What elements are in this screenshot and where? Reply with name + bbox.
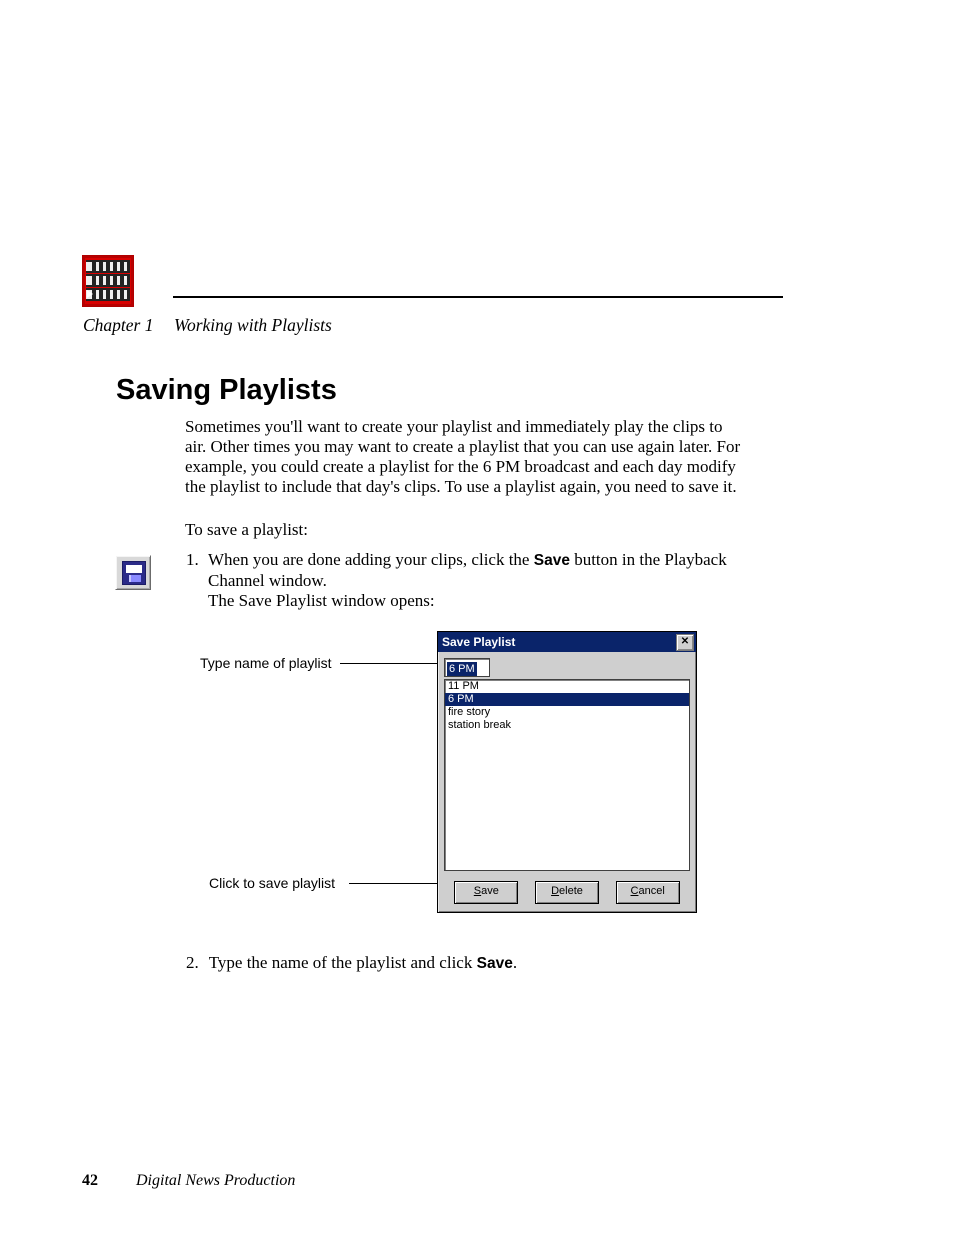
save-playlist-dialog: Save Playlist ✕ 6 PM 11 PM 6 PM fire sto… (437, 631, 697, 913)
step-2: 2. Type the name of the playlist and cli… (186, 953, 517, 973)
chapter-title: Working with Playlists (174, 315, 332, 336)
step1-bold: Save (534, 552, 570, 569)
cancel-button[interactable]: Cancel (616, 881, 680, 904)
callout-save-label: Click to save playlist (209, 875, 335, 891)
step-number: 2. (186, 953, 199, 972)
playlist-name-input[interactable]: 6 PM (444, 658, 490, 677)
callout-save-line (349, 883, 446, 884)
floppy-disk-icon (122, 561, 146, 585)
close-button[interactable]: ✕ (676, 634, 694, 651)
list-item[interactable]: 11 PM (445, 680, 689, 693)
page-number: 42 (82, 1172, 98, 1190)
page-heading: Saving Playlists (116, 374, 337, 407)
header-rule (173, 296, 783, 298)
list-item[interactable]: fire story (445, 706, 689, 719)
delete-accel: D (551, 885, 559, 897)
list-item[interactable]: station break (445, 719, 689, 732)
dialog-titlebar[interactable]: Save Playlist ✕ (438, 632, 696, 652)
playlist-listbox[interactable]: 11 PM 6 PM fire story station break (444, 679, 690, 871)
dialog-button-row: Save Delete Cancel (438, 881, 696, 904)
save-toolbar-icon (115, 555, 151, 590)
save-rest: ave (481, 885, 499, 897)
delete-rest: elete (559, 885, 583, 897)
step2-bold: Save (477, 955, 513, 972)
save-button[interactable]: Save (454, 881, 518, 904)
step2-pre: Type the name of the playlist and click (209, 953, 477, 972)
filmstrip-icon (82, 255, 134, 307)
step-1: 1. When you are done adding your clips, … (186, 550, 741, 592)
close-icon: ✕ (681, 637, 689, 647)
delete-button[interactable]: Delete (535, 881, 599, 904)
callout-name-label: Type name of playlist (200, 655, 332, 671)
step1-pre: When you are done adding your clips, cli… (208, 550, 534, 569)
to-save-line: To save a playlist: (185, 520, 308, 540)
footer-title: Digital News Production (136, 1172, 295, 1190)
playlist-name-value: 6 PM (447, 662, 477, 676)
callout-name-line (340, 663, 437, 664)
intro-paragraph: Sometimes you'll want to create your pla… (185, 417, 743, 497)
step1-followup: The Save Playlist window opens: (208, 591, 435, 611)
chapter-label: Chapter 1 (83, 315, 154, 336)
step2-post: . (513, 953, 517, 972)
cancel-rest: ancel (638, 885, 664, 897)
list-item[interactable]: 6 PM (445, 693, 689, 706)
step-number: 1. (186, 550, 199, 571)
dialog-title: Save Playlist (442, 635, 515, 649)
document-page: Chapter 1 Working with Playlists Saving … (0, 0, 954, 1235)
